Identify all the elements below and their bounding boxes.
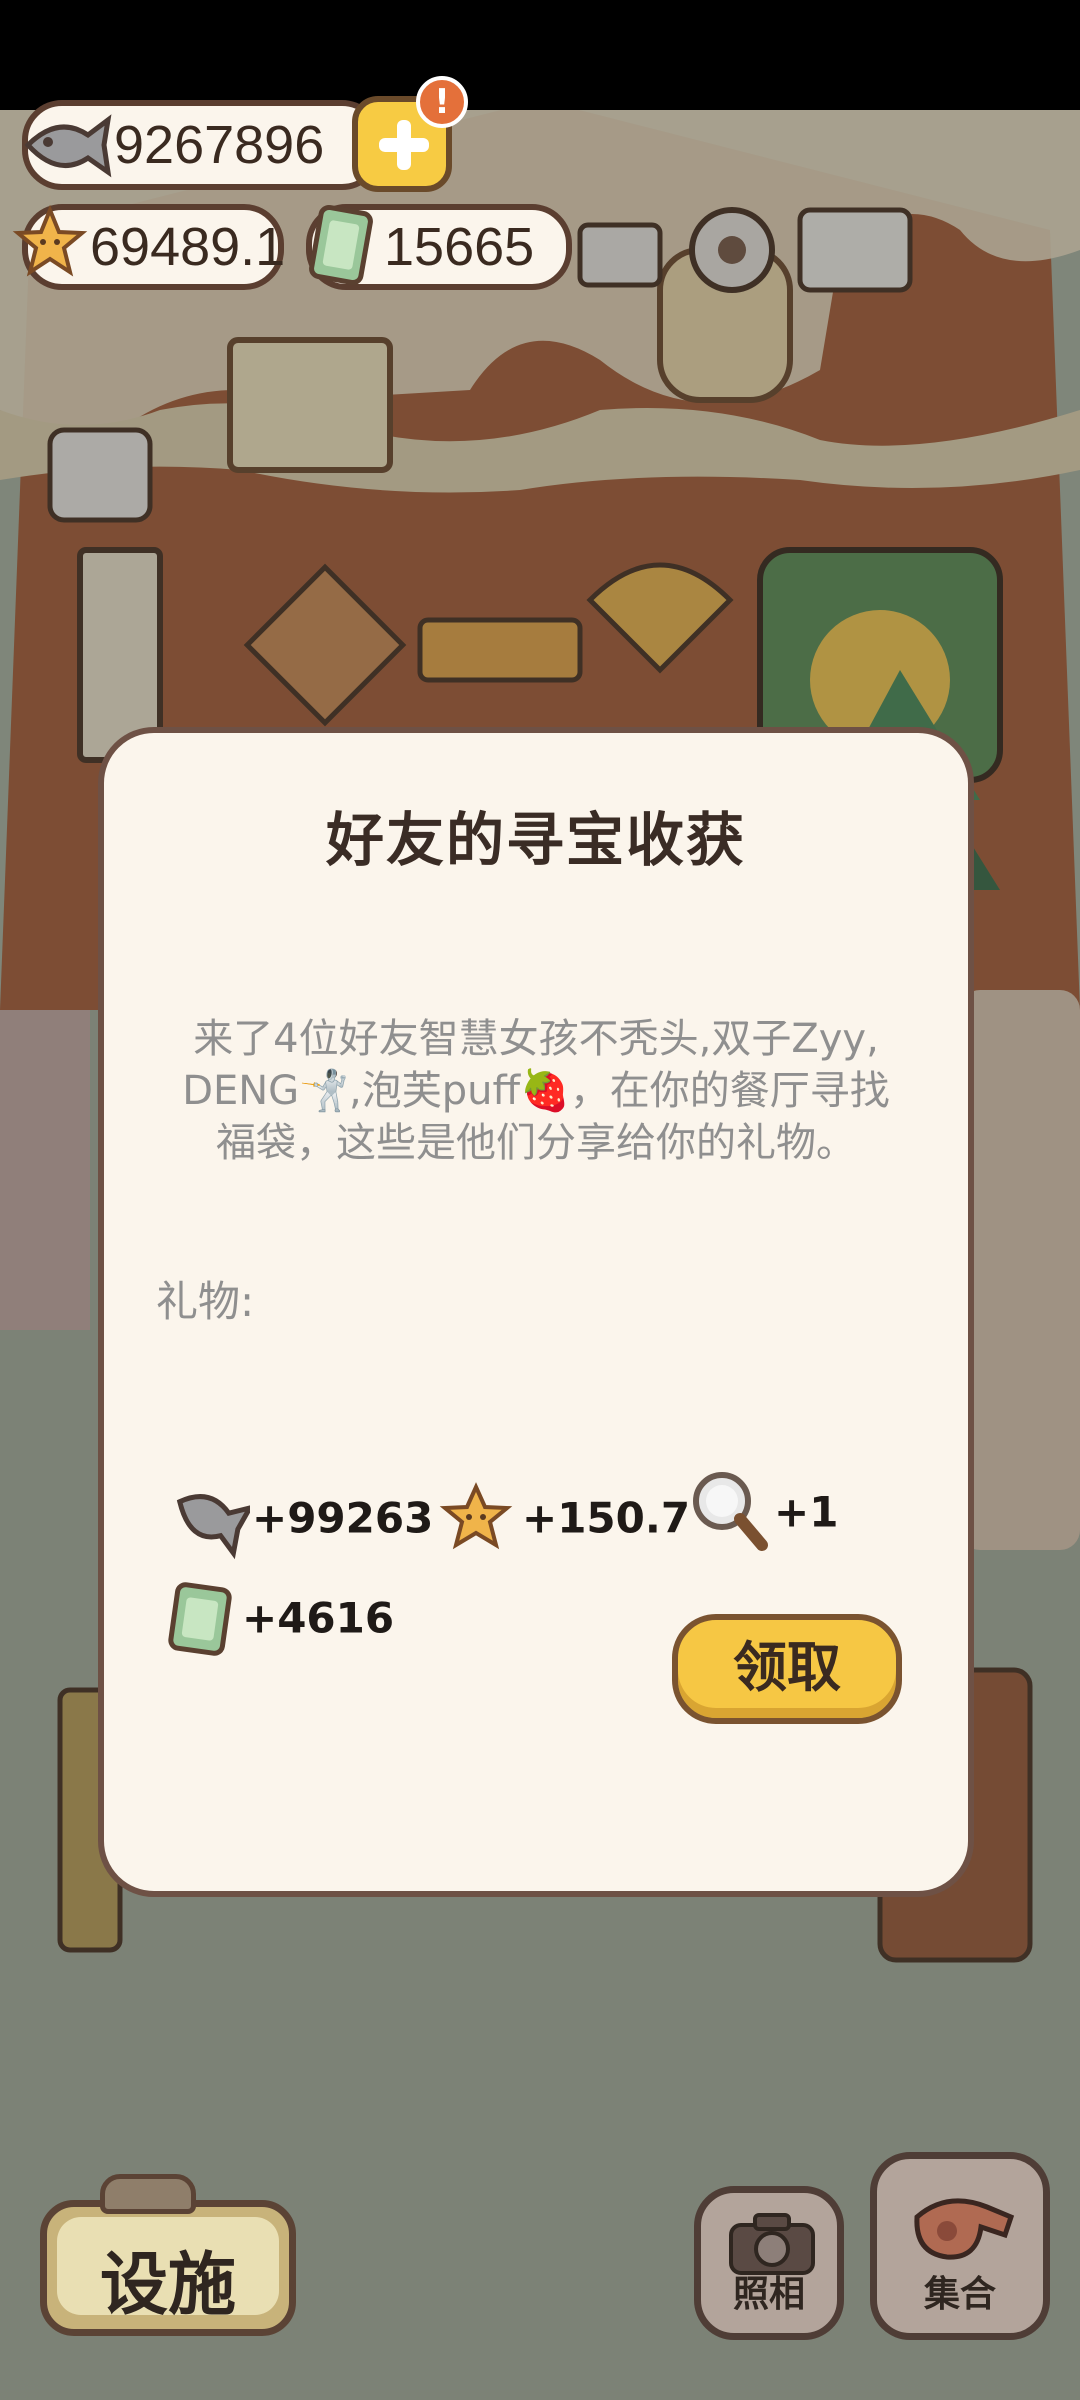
gift-item-magnifier: +1	[688, 1467, 848, 1557]
friends-treasure-dialog: 好友的寻宝收获 来了4位好友智慧女孩不秃头,双子Zyy, DENG🤺,泡芙puf…	[98, 727, 974, 1897]
gift-item-star: +150.7	[436, 1473, 690, 1563]
cash-icon	[168, 1582, 232, 1656]
status-bar	[0, 0, 1080, 110]
dialog-title: 好友的寻宝收获	[325, 806, 746, 874]
fish-icon	[24, 114, 112, 178]
claim-button[interactable]: 领取	[672, 1614, 902, 1724]
cash-count: 15665	[384, 217, 535, 277]
gift-item-cash: +4616	[162, 1573, 402, 1663]
magnifier-icon	[693, 1472, 768, 1551]
gift-amount: +150.7	[522, 1493, 691, 1543]
star-count: 69489.1	[90, 217, 286, 277]
message-line-1: 来了4位好友智慧女孩不秃头,双子Zyy,	[193, 1016, 879, 1062]
star-icon	[439, 1482, 513, 1550]
cash-icon	[309, 204, 373, 286]
gather-label: 集合	[923, 2274, 996, 2315]
photo-label: 照相	[732, 2274, 805, 2315]
alert-badge: !	[416, 76, 468, 128]
facilities-button[interactable]: 设施	[40, 2200, 296, 2336]
gifts-label: 礼物:	[156, 1277, 255, 1326]
gift-amount: +1	[774, 1487, 839, 1537]
gift-amount: +4616	[242, 1593, 395, 1643]
gift-amount: +99263	[252, 1493, 434, 1543]
whistle-icon	[914, 2198, 1015, 2260]
facilities-label: 设施	[99, 2246, 236, 2325]
photo-button[interactable]: 照相	[694, 2186, 844, 2340]
gift-item-fish: +99263	[170, 1473, 433, 1563]
clipboard-clip-icon	[100, 2174, 196, 2214]
message-line-3: 福袋，这些是他们分享给你的礼物。	[216, 1120, 856, 1166]
fish-icon	[176, 1494, 250, 1560]
fish-count: 9267896	[114, 115, 325, 175]
gather-button[interactable]: 集合	[870, 2152, 1050, 2340]
dialog-message: 来了4位好友智慧女孩不秃头,双子Zyy, DENG🤺,泡芙puff🍓，在你的餐厅…	[164, 1013, 908, 1169]
star-icon	[12, 204, 88, 277]
message-line-2: DENG🤺,泡芙puff🍓，在你的餐厅寻找	[182, 1068, 890, 1114]
